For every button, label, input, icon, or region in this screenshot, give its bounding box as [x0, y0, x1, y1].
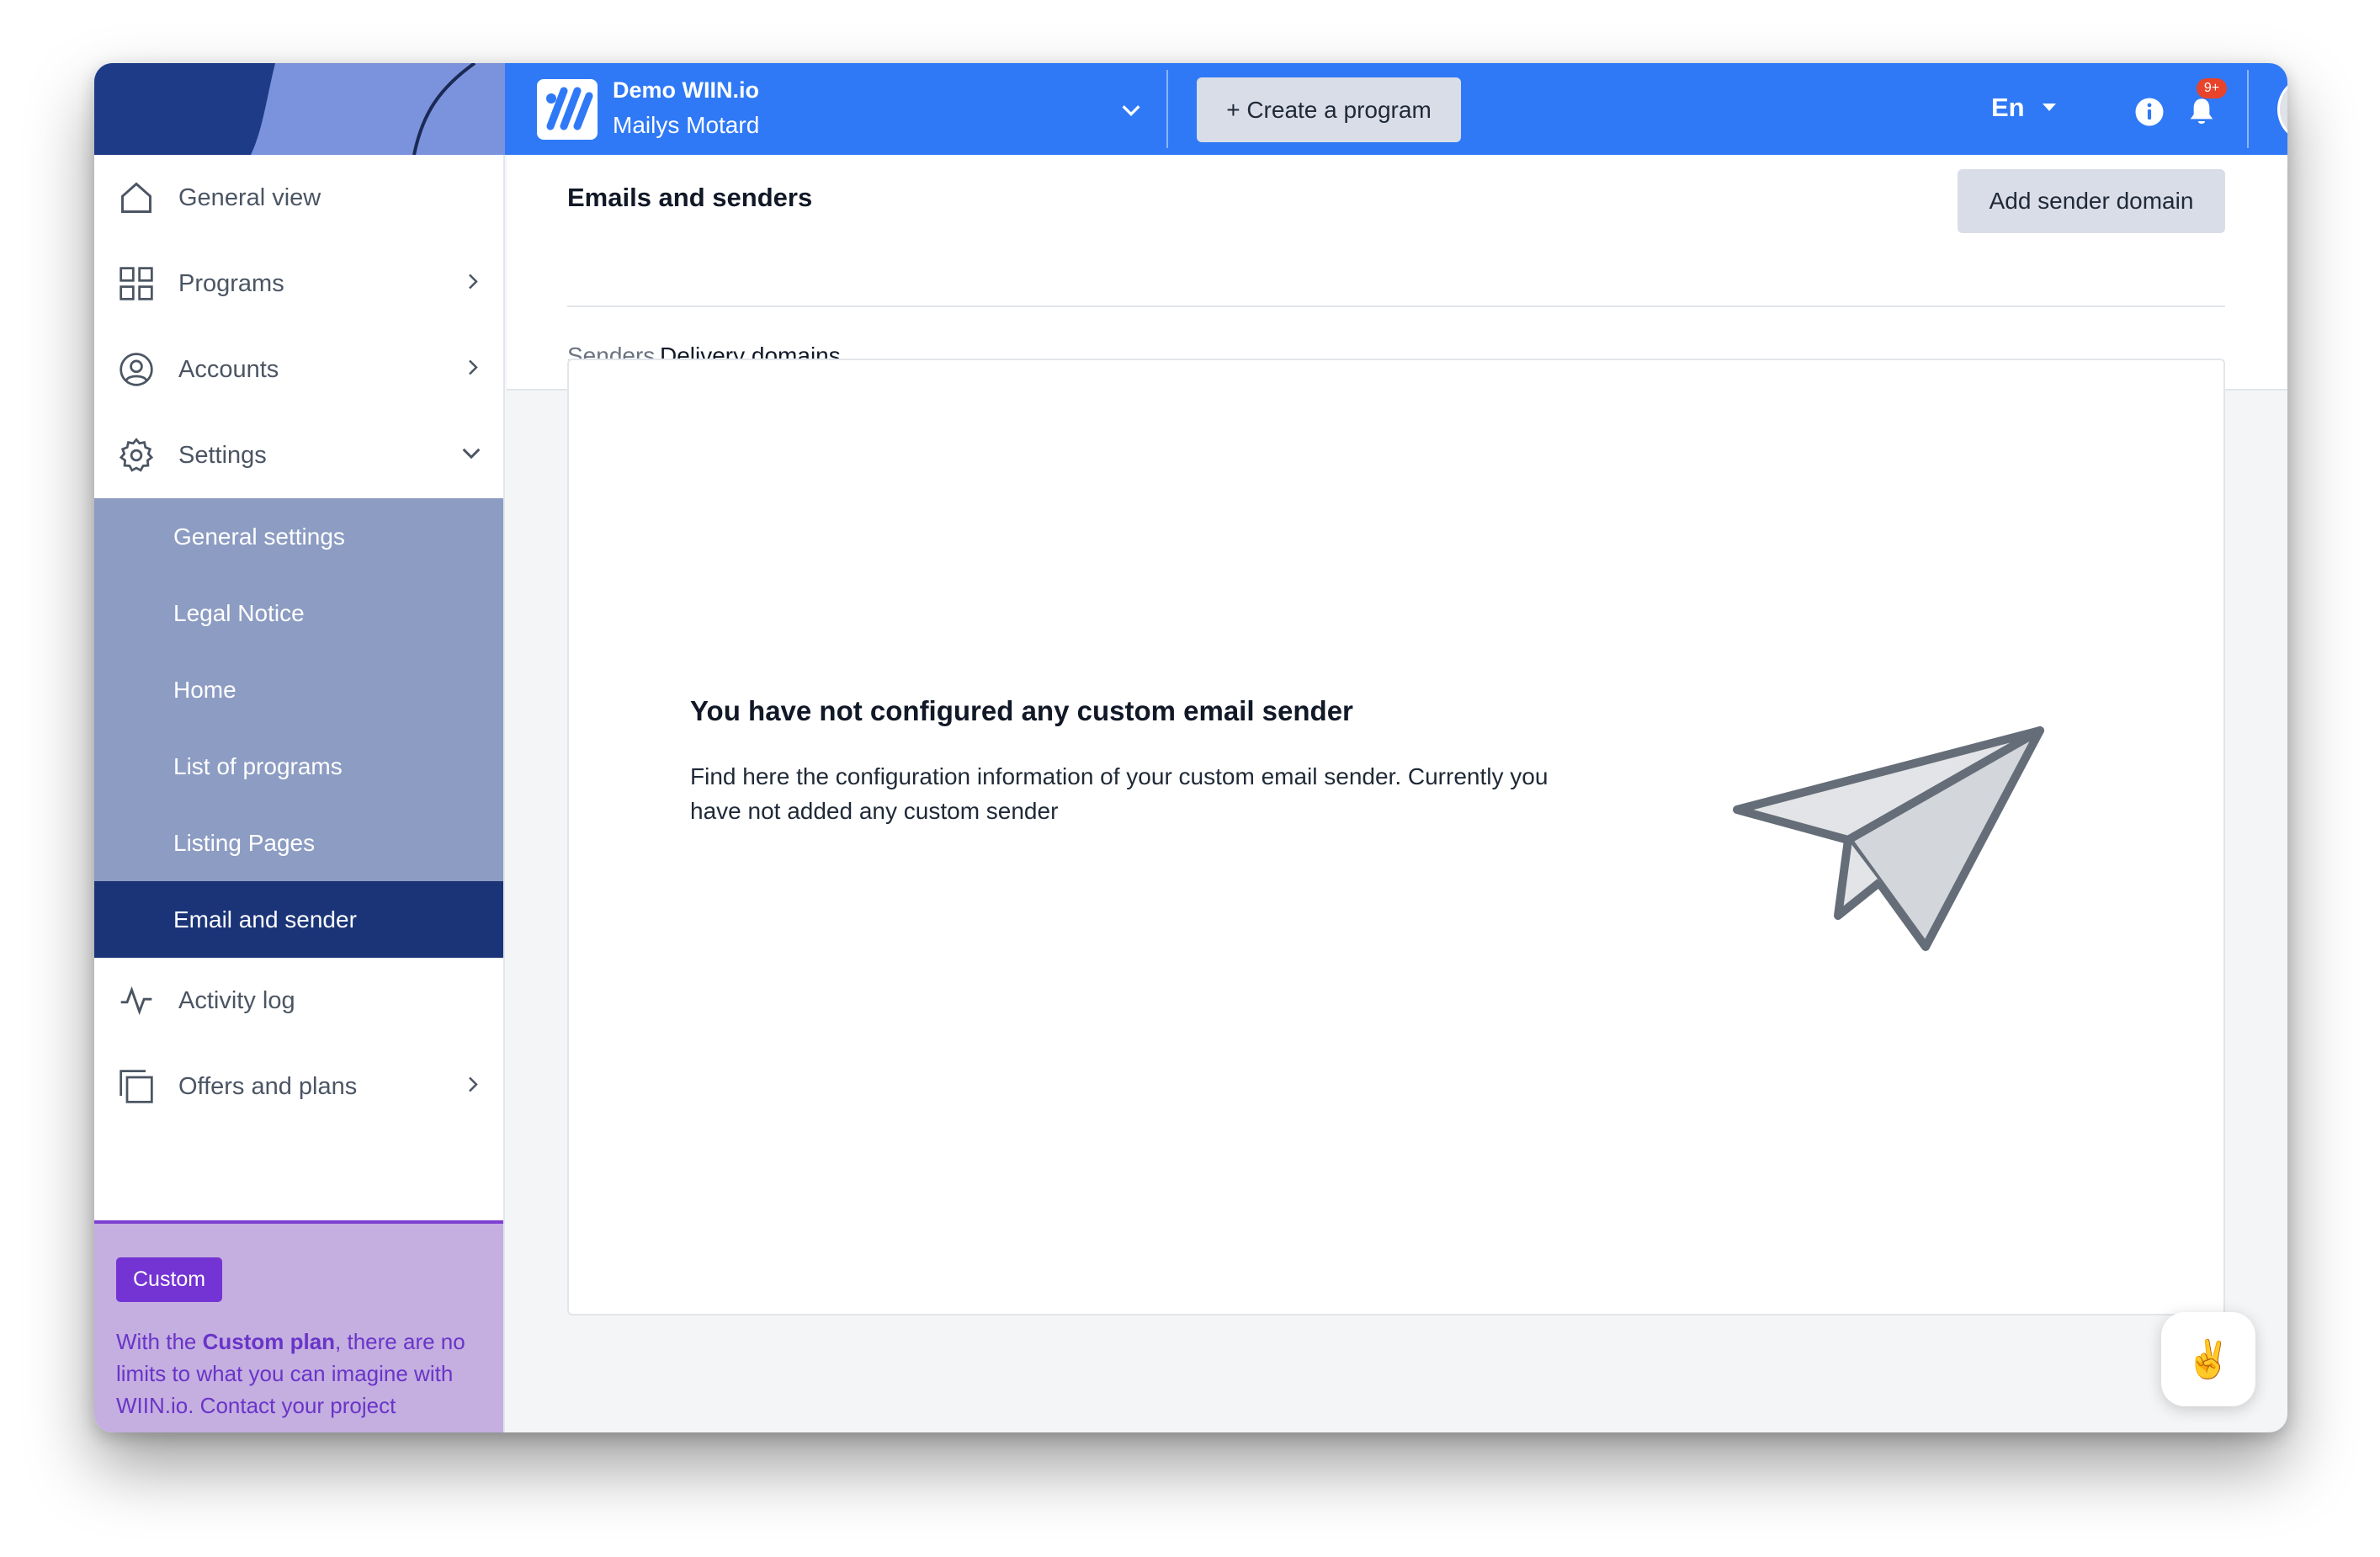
plan-promo-box: Custom With the Custom plan, there are n… — [94, 1220, 503, 1432]
divider — [1166, 70, 1168, 148]
sidebar-item-general-view[interactable]: General view — [94, 155, 503, 241]
caret-down-icon — [2042, 104, 2056, 111]
settings-submenu: General settings Legal Notice Home List … — [94, 498, 503, 958]
sidebar-item-programs[interactable]: Programs — [94, 241, 503, 327]
empty-state-card: You have not configured any custom email… — [567, 359, 2225, 1315]
language-selector[interactable]: En — [1991, 93, 2057, 123]
chevron-down-icon — [460, 442, 483, 470]
language-label: En — [1991, 93, 2025, 122]
notification-count-badge: 9+ — [2197, 78, 2227, 98]
sidebar-subitem-listing-pages[interactable]: Listing Pages — [94, 805, 503, 881]
info-icon[interactable] — [2134, 97, 2165, 131]
sidebar-subitem-home[interactable]: Home — [94, 651, 503, 728]
activity-icon — [116, 980, 157, 1021]
add-sender-domain-button[interactable]: Add sender domain — [1958, 169, 2225, 233]
notification-bell-icon[interactable] — [2188, 96, 2215, 130]
user-avatar[interactable] — [2277, 76, 2287, 143]
divider — [567, 306, 2225, 307]
sidebar-item-label: Offers and plans — [178, 1072, 358, 1100]
app-window: General view Programs Accounts Settings … — [94, 63, 2287, 1432]
copy-icon — [116, 1066, 157, 1107]
plan-badge[interactable]: Custom — [116, 1257, 223, 1302]
help-chat-button[interactable]: ✌️ — [2161, 1312, 2255, 1406]
sidebar-item-label: Settings — [178, 441, 267, 469]
sidebar-header-decoration — [94, 63, 505, 155]
sidebar-item-settings[interactable]: Settings — [94, 412, 503, 498]
page-title: Emails and senders — [567, 183, 813, 212]
divider — [2247, 70, 2249, 148]
sidebar-item-accounts[interactable]: Accounts — [94, 327, 503, 412]
sidebar-subitem-list-of-programs[interactable]: List of programs — [94, 728, 503, 805]
paper-plane-icon — [1730, 722, 2050, 970]
sidebar-subitem-email-and-sender[interactable]: Email and sender — [94, 881, 503, 958]
create-program-button[interactable]: + Create a program — [1197, 77, 1461, 142]
grid-icon — [116, 263, 157, 304]
sidebar-item-label: Programs — [178, 269, 284, 297]
empty-state-description: Find here the configuration information … — [690, 763, 1549, 824]
top-bar: Demo WIIN.io Mailys Motard + Create a pr… — [505, 63, 2287, 155]
sidebar-subitem-general-settings[interactable]: General settings — [94, 498, 503, 575]
org-switcher-chevron-icon[interactable] — [1119, 98, 1143, 126]
sidebar-item-activity-log[interactable]: Activity log — [94, 958, 503, 1044]
wiin-logo — [537, 79, 598, 140]
empty-state-title: You have not configured any custom email… — [690, 695, 1353, 726]
user-name[interactable]: Mailys Motard — [613, 112, 759, 139]
chevron-right-icon — [463, 272, 483, 296]
chevron-right-icon — [463, 1075, 483, 1099]
sidebar-nav: General view Programs Accounts Settings … — [94, 155, 503, 1129]
sidebar-item-label: Accounts — [178, 355, 279, 383]
sidebar-item-offers-and-plans[interactable]: Offers and plans — [94, 1044, 503, 1129]
chevron-right-icon — [463, 358, 483, 382]
sidebar-subitem-legal-notice[interactable]: Legal Notice — [94, 575, 503, 651]
sidebar: General view Programs Accounts Settings … — [94, 63, 505, 1432]
sidebar-item-label: General view — [178, 183, 321, 211]
user-circle-icon — [116, 349, 157, 390]
home-icon — [116, 178, 157, 218]
sidebar-item-label: Activity log — [178, 986, 295, 1014]
organization-name[interactable]: Demo WIIN.io — [613, 77, 759, 104]
gear-icon — [116, 435, 157, 476]
page-header: Emails and senders Add sender domain Sen… — [507, 155, 2287, 391]
plan-promo-text: With the Custom plan, there are no limit… — [116, 1329, 465, 1418]
